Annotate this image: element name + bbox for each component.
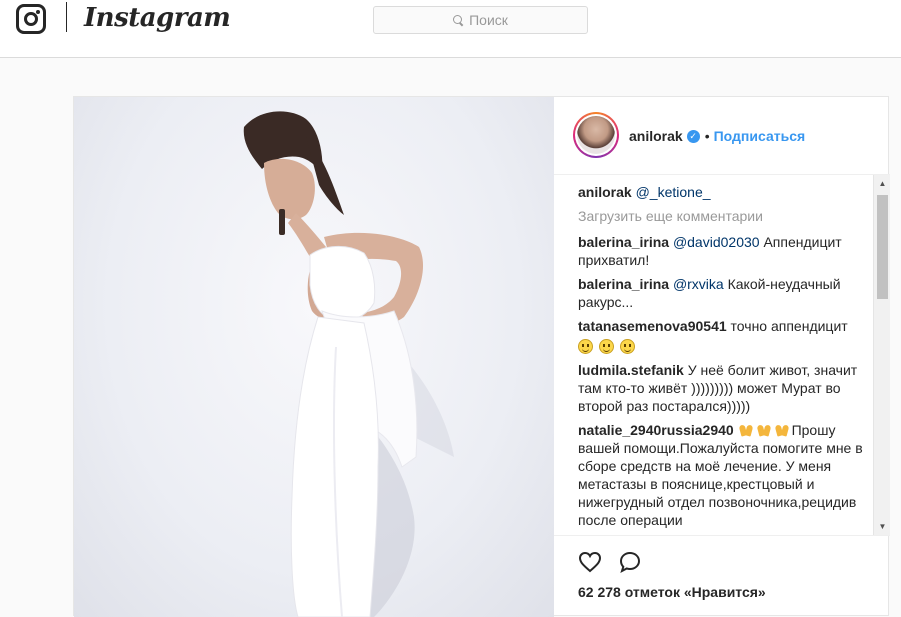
post-sidebar: anilorak ✓ • Подписаться anilorak @_keti… [554, 97, 890, 617]
camera-flash-dot [36, 10, 40, 14]
heart-icon[interactable] [578, 550, 602, 574]
comment-mention[interactable]: @david02030 [673, 234, 760, 250]
follow-button[interactable]: Подписаться [714, 127, 806, 145]
comment-item: tatanasemenova90541 точно аппендицит [578, 317, 872, 355]
camera-lens [24, 12, 38, 26]
scroll-down-arrow-icon[interactable]: ▼ [874, 518, 891, 535]
grinning-face-icon [619, 339, 635, 354]
caption-username[interactable]: anilorak [578, 184, 632, 200]
avatar[interactable] [573, 112, 619, 158]
separator-bullet: • [704, 128, 710, 144]
grinning-face-icon [598, 339, 614, 354]
folded-hands-icon [756, 423, 772, 437]
top-navigation-bar: Instagram Поиск [0, 0, 901, 58]
scrollbar-thumb[interactable] [877, 195, 888, 299]
comment-username[interactable]: ludmila.stefanik [578, 362, 684, 378]
caption-mention[interactable]: @_ketione_ [636, 184, 711, 200]
comment-username[interactable]: natalie_2940russia2940 [578, 422, 734, 438]
comment-item: ludmila.stefanik У неё болит живот, знач… [578, 361, 872, 415]
comment-username[interactable]: balerina_irina [578, 234, 669, 250]
comment-item: balerina_irina @rxvika Какой-неудачный р… [578, 275, 872, 311]
comment-item: balerina_irina @david02030 Аппендицит пр… [578, 233, 872, 269]
folded-hands-icon [738, 423, 754, 437]
avatar-image [577, 116, 615, 154]
post-card: anilorak ✓ • Подписаться anilorak @_keti… [73, 96, 890, 617]
verified-badge-icon: ✓ [686, 129, 700, 143]
folded-hands-icon [774, 423, 790, 437]
author-username[interactable]: anilorak [629, 127, 683, 145]
post-actions: 62 278 отметок «Нравится» [554, 535, 890, 617]
emoji-row [578, 337, 864, 355]
likes-count[interactable]: 62 278 отметок «Нравится» [578, 584, 766, 600]
search-icon [453, 15, 463, 25]
scroll-up-arrow-icon[interactable]: ▲ [874, 175, 891, 192]
post-photo[interactable] [74, 97, 554, 617]
comment-mention[interactable]: @rxvika [673, 276, 724, 292]
instagram-camera-icon[interactable] [16, 4, 46, 34]
comments-list[interactable]: anilorak @_ketione_ Загрузить еще коммен… [554, 175, 872, 535]
post-author-line: anilorak ✓ • Подписаться [629, 127, 805, 145]
comment-bubble-icon[interactable] [618, 550, 642, 574]
caption: anilorak @_ketione_ [578, 183, 872, 201]
search-input[interactable]: Поиск [373, 6, 588, 34]
comment-username[interactable]: balerina_irina [578, 276, 669, 292]
load-more-comments-button[interactable]: Загрузить еще комментарии [578, 207, 872, 225]
comments-scrollbar[interactable]: ▲ ▼ [873, 175, 890, 535]
grinning-face-icon [578, 339, 593, 354]
post-photo-illustration [243, 111, 454, 617]
comment-username[interactable]: tatanasemenova90541 [578, 318, 727, 334]
instagram-wordmark[interactable]: Instagram [84, 0, 231, 36]
post-header: anilorak ✓ • Подписаться [554, 97, 890, 175]
avatar-inner [575, 114, 617, 156]
logo-divider [66, 2, 67, 32]
comment-item: natalie_2940russia2940 Прошу вашей помощ… [578, 421, 872, 529]
search-placeholder: Поиск [469, 12, 508, 28]
comment-text: точно аппендицит [726, 318, 848, 334]
